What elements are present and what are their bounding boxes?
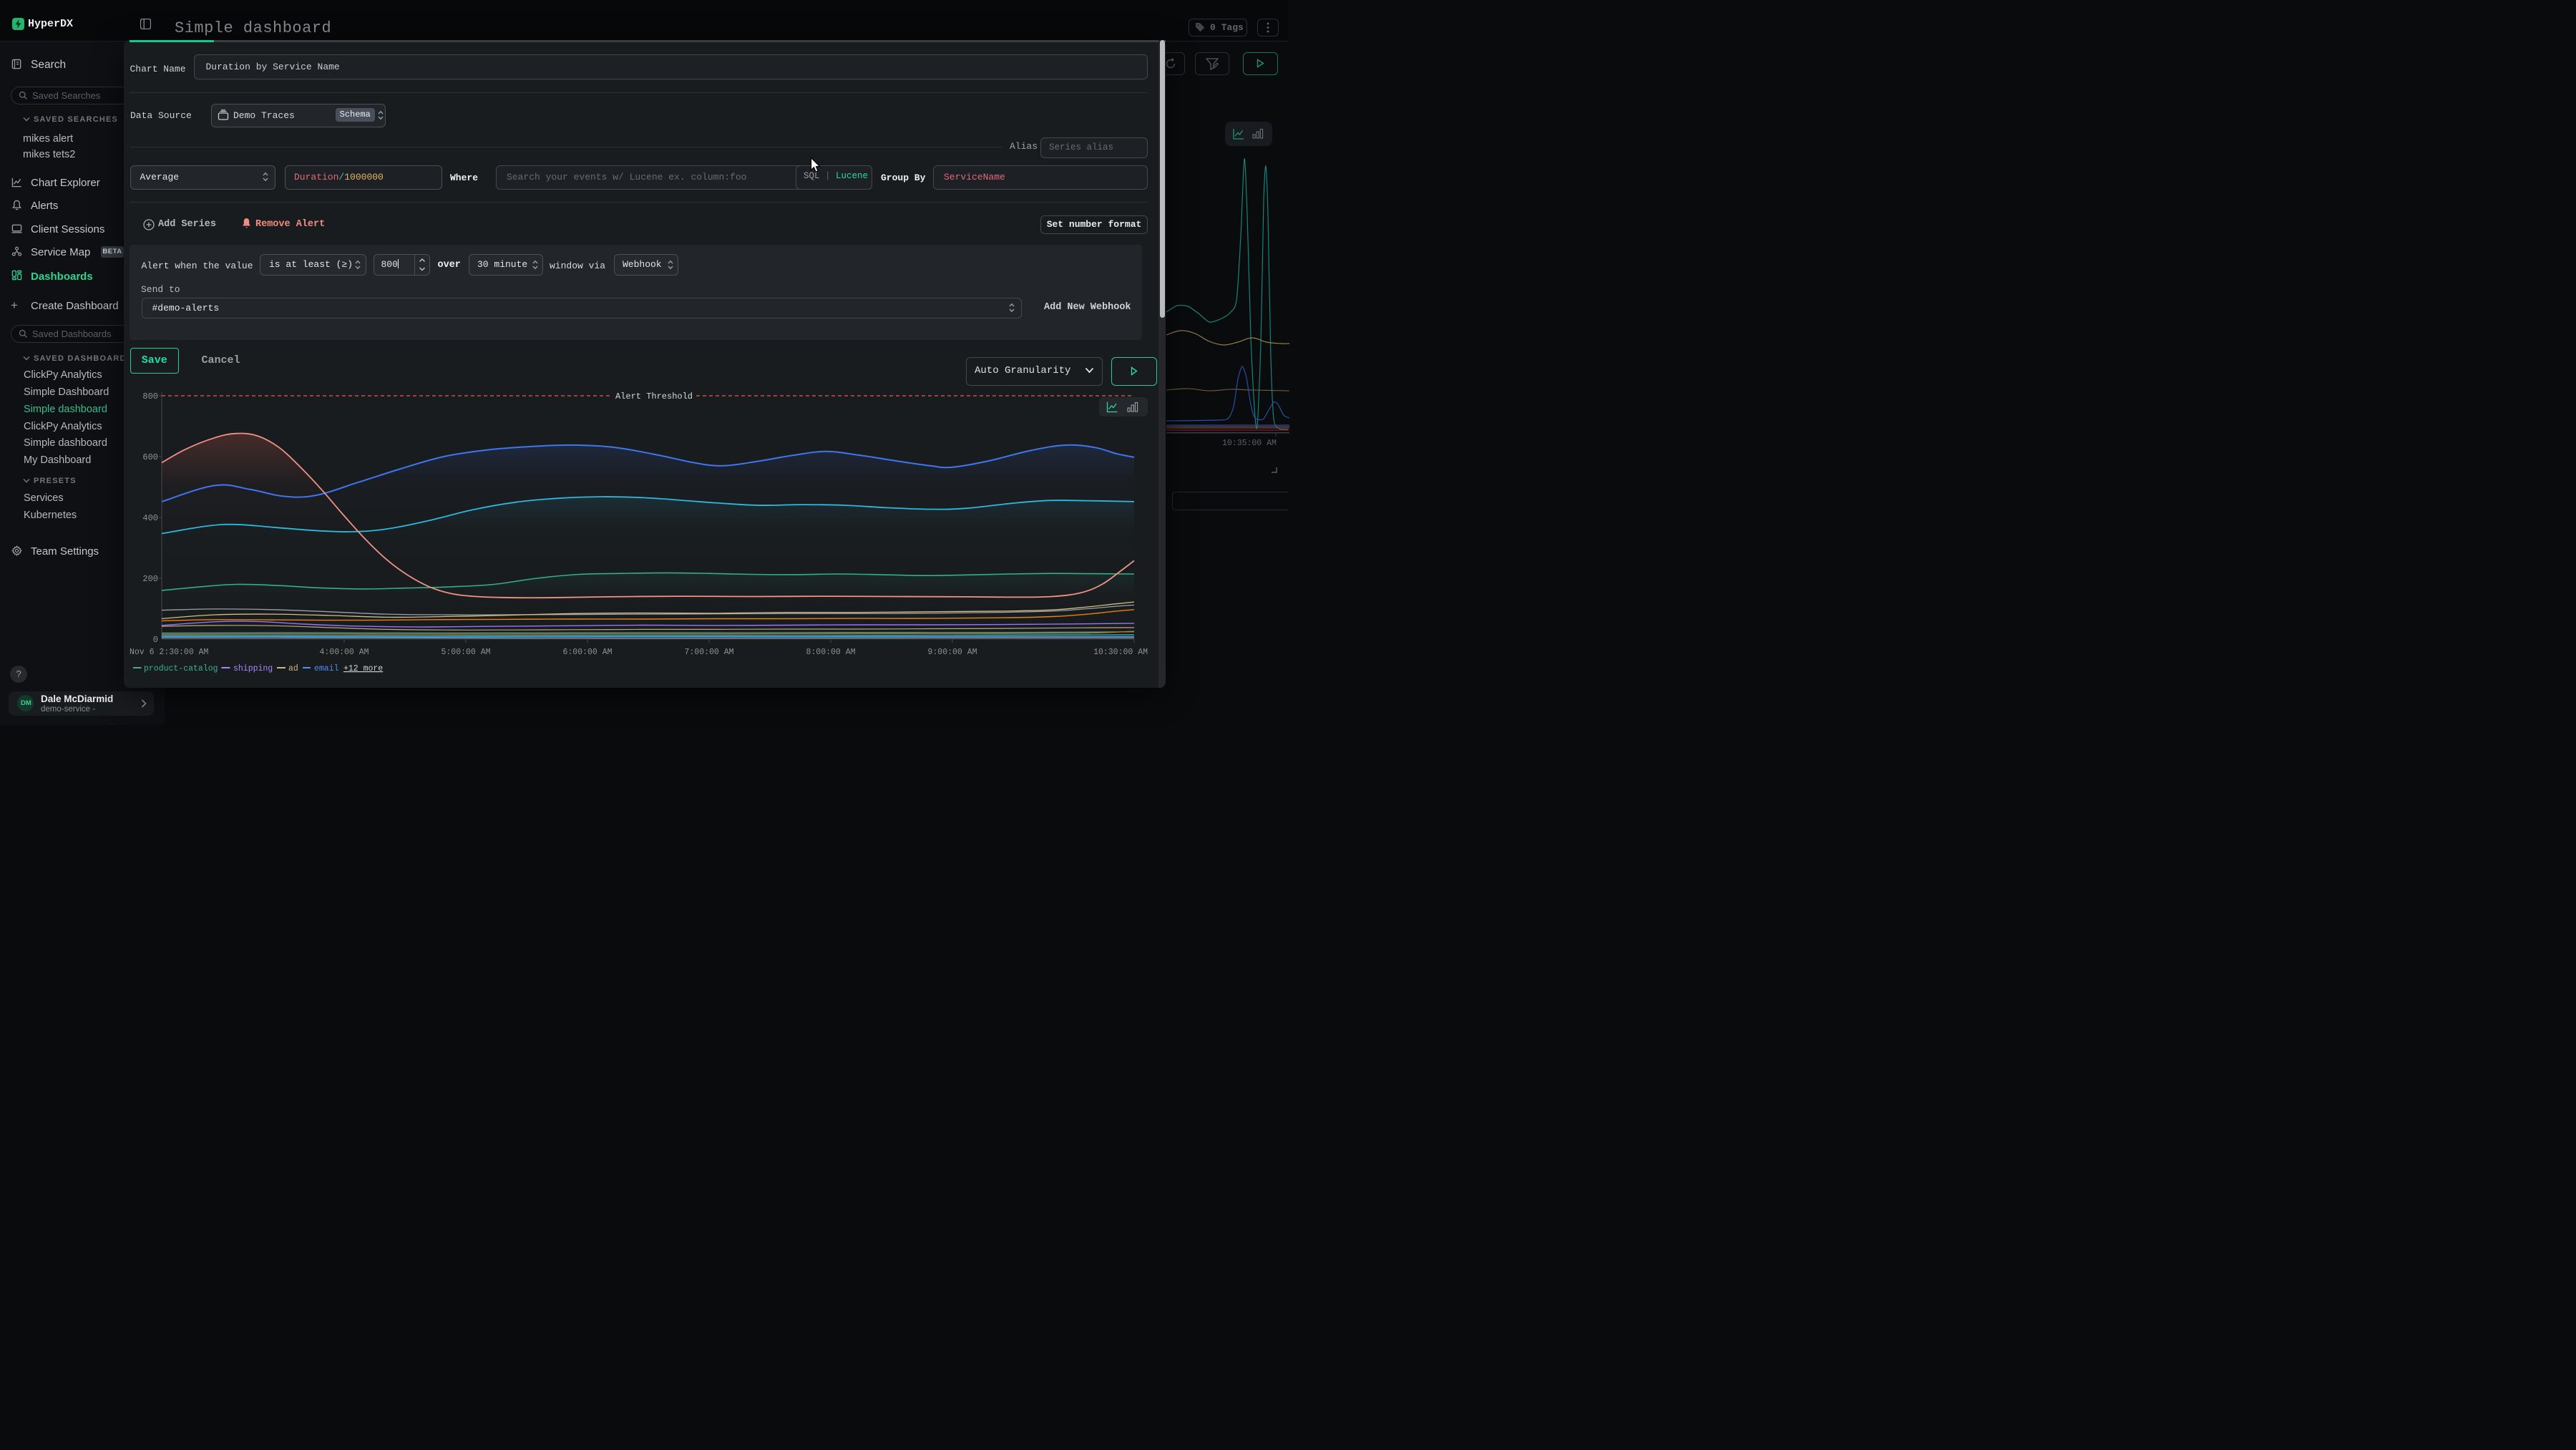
svg-text:ad: ad — [288, 664, 298, 673]
svg-text:email: email — [314, 664, 339, 673]
svg-text:7:00:00 AM: 7:00:00 AM — [684, 648, 733, 657]
svg-text:10:30:00 AM: 10:30:00 AM — [1093, 648, 1148, 657]
svg-text:Alert Threshold: Alert Threshold — [615, 391, 693, 402]
svg-text:800: 800 — [142, 391, 158, 402]
svg-text:Nov 6 2:30:00 AM: Nov 6 2:30:00 AM — [130, 648, 209, 657]
svg-text:600: 600 — [142, 452, 158, 462]
svg-text:0: 0 — [153, 635, 158, 645]
svg-text:product-catalog: product-catalog — [144, 664, 218, 673]
svg-text:shipping: shipping — [233, 664, 273, 673]
svg-text:5:00:00 AM: 5:00:00 AM — [441, 648, 490, 657]
svg-text:+12 more: +12 more — [343, 664, 383, 673]
svg-text:9:00:00 AM: 9:00:00 AM — [927, 648, 977, 657]
svg-text:4:00:00 AM: 4:00:00 AM — [319, 648, 369, 657]
svg-text:8:00:00 AM: 8:00:00 AM — [806, 648, 855, 657]
svg-text:400: 400 — [142, 513, 158, 523]
svg-text:6:00:00 AM: 6:00:00 AM — [562, 648, 612, 657]
svg-text:200: 200 — [142, 574, 158, 584]
